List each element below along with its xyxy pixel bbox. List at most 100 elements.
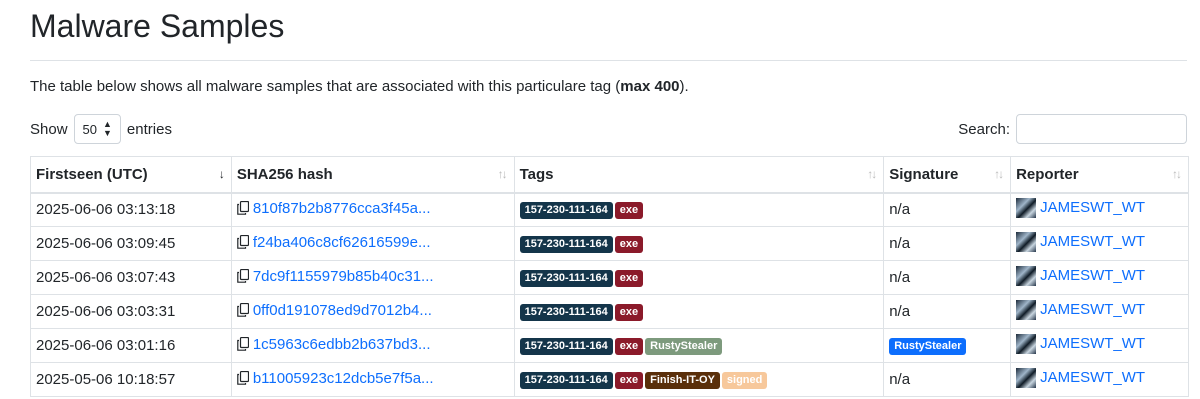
entries-label: entries [126,120,172,138]
tag-badge[interactable]: RustyStealer [645,338,723,355]
tag-badge[interactable]: Finish-IT-OY [645,372,720,389]
header-sha256[interactable]: SHA256 hash ↑↓ [230,156,515,194]
signature-cell: n/a [883,362,1012,397]
signature-cell: n/a [883,260,1012,295]
avatar [1016,265,1037,286]
hash-cell: 1c5963c6edbb2b637bd3... [230,328,515,363]
signature-cell: n/a [883,192,1012,227]
avatar [1016,299,1037,320]
reporter-link[interactable]: JAMESWT_WT [1040,335,1145,352]
entries-select[interactable]: 50 ▲ ▼ [73,114,121,144]
copy-icon[interactable] [237,234,249,253]
avatar [1016,231,1037,252]
intro-prefix: The table below shows all malware sample… [30,78,621,95]
signature-cell: n/a [883,226,1012,261]
reporter-link[interactable]: JAMESWT_WT [1040,267,1145,284]
hash-link[interactable]: 1c5963c6edbb2b637bd3... [253,336,431,353]
tags-cell: 157-230-111-164 exe [513,192,885,227]
table-row: 2025-06-06 03:01:16 1c5963c6edbb2b637bd3.… [30,328,1189,363]
signature-badge[interactable]: RustyStealer [889,338,967,355]
reporter-link[interactable]: JAMESWT_WT [1040,369,1145,386]
firstseen-cell: 2025-06-06 03:07:43 [30,260,232,295]
reporter-cell: JAMESWT_WT [1010,226,1189,261]
tags-cell: 157-230-111-164 exe [513,226,885,261]
entries-value: 50 [82,121,97,137]
avatar [1016,367,1037,388]
reporter-cell: JAMESWT_WT [1010,192,1189,227]
firstseen-cell: 2025-06-06 03:13:18 [30,192,232,227]
tags-cell: 157-230-111-164 exe [513,260,885,295]
page-title: Malware Samples [30,8,285,44]
tags-cell: 157-230-111-164 exe RustyStealer [513,328,885,363]
show-label: Show [30,120,68,138]
avatar [1016,197,1037,218]
header-label: Firstseen (UTC) [36,165,148,183]
sort-icon: ↑↓ [1172,167,1182,181]
intro-bold: max 400 [620,78,680,95]
reporter-link[interactable]: JAMESWT_WT [1040,301,1145,318]
tag-badge[interactable]: 157-230-111-164 [519,202,613,220]
tag-badge[interactable]: 157-230-111-164 [519,304,613,321]
hash-link[interactable]: 7dc9f1155979b85b40c31... [253,268,434,285]
copy-icon[interactable] [237,302,249,321]
reporter-cell: JAMESWT_WT [1010,294,1189,329]
table-row: 2025-06-06 03:07:43 7dc9f1155979b85b40c31… [30,260,1189,295]
tag-badge[interactable]: signed [721,372,768,389]
samples-table: Firstseen (UTC) ↓ SHA256 hash ↑↓ Tags ↑↓ Si… [30,156,1189,397]
copy-icon[interactable] [237,268,249,287]
signature-cell: RustyStealer [883,328,1012,363]
hash-cell: 810f87b2b8776cca3f45a... [230,192,515,227]
entries-control: Show 50 ▲ ▼ entries [30,114,172,144]
sort-updown-icon: ▲ ▼ [103,119,112,138]
search-label: Search: [958,120,1010,138]
header-signature[interactable]: Signature ↑↓ [883,156,1012,194]
hash-cell: 0ff0d191078ed9d7012b4... [230,294,515,329]
copy-icon[interactable] [237,201,249,219]
tag-badge[interactable]: 157-230-111-164 [519,372,613,389]
header-row: Firstseen (UTC) ↓ SHA256 hash ↑↓ Tags ↑↓ Si… [30,156,1189,194]
reporter-link[interactable]: JAMESWT_WT [1040,199,1145,216]
sort-icon: ↑↓ [867,167,877,181]
tag-badge[interactable]: exe [614,202,644,220]
copy-icon[interactable] [237,336,249,355]
tag-badge[interactable]: 157-230-111-164 [519,338,613,355]
table-row: 2025-06-06 03:13:18 810f87b2b8776cca3f45a… [30,192,1189,227]
copy-icon[interactable] [237,370,249,389]
divider [30,60,1187,61]
intro-suffix: ). [679,78,689,95]
header-label: Signature [889,165,959,183]
page: Malware Samples The table below shows al… [0,0,1200,399]
tag-badge[interactable]: exe [614,304,644,321]
tag-badge[interactable]: exe [614,338,644,355]
firstseen-cell: 2025-06-06 03:03:31 [30,294,232,329]
reporter: JAMESWT_WT [1016,367,1145,388]
sort-icon: ↑↓ [994,167,1004,181]
hash-link[interactable]: f24ba406c8cf62616599e... [253,234,431,251]
hash-cell: b11005923c12dcb5e7f5a... [230,362,515,397]
header-label: SHA256 hash [236,165,333,183]
hash-link[interactable]: 810f87b2b8776cca3f45a... [253,200,431,217]
tag-badge[interactable]: 157-230-111-164 [519,270,613,287]
tags-cell: 157-230-111-164 exe Finish-IT-OY signed [513,362,885,397]
tags-cell: 157-230-111-164 exe [513,294,885,329]
header-label: Reporter [1016,165,1079,183]
hash-link[interactable]: 0ff0d191078ed9d7012b4... [253,302,432,319]
reporter: JAMESWT_WT [1016,333,1145,354]
header-firstseen[interactable]: Firstseen (UTC) ↓ [30,156,232,194]
tag-badge[interactable]: exe [614,270,644,287]
table-row: 2025-06-06 03:03:31 0ff0d191078ed9d7012b4… [30,294,1189,329]
table-row: 2025-06-06 03:09:45 f24ba406c8cf62616599e… [30,226,1189,261]
header-label: Tags [519,165,554,183]
firstseen-cell: 2025-06-06 03:01:16 [30,328,232,363]
tag-badge[interactable]: exe [614,372,644,389]
reporter-cell: JAMESWT_WT [1010,328,1189,363]
reporter: JAMESWT_WT [1016,197,1145,218]
search-input[interactable] [1016,114,1187,144]
tag-badge[interactable]: 157-230-111-164 [519,236,613,253]
tag-badge[interactable]: exe [614,236,644,253]
hash-link[interactable]: b11005923c12dcb5e7f5a... [253,370,434,387]
header-tags[interactable]: Tags ↑↓ [513,156,885,194]
reporter-link[interactable]: JAMESWT_WT [1040,233,1145,250]
reporter: JAMESWT_WT [1016,231,1145,252]
header-reporter[interactable]: Reporter ↑↓ [1010,156,1189,194]
